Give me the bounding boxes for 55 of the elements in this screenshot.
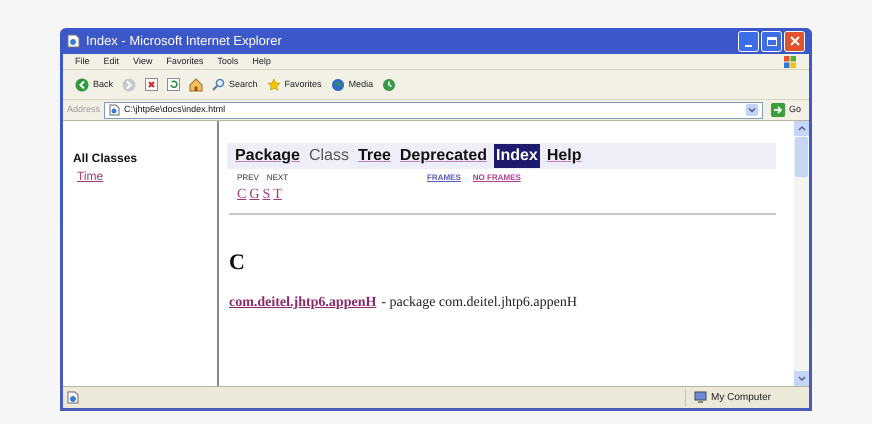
menu-item[interactable]: View — [133, 54, 152, 68]
close-icon — [790, 36, 800, 46]
window-title: Index - Microsoft Internet Explorer — [86, 32, 283, 50]
menu-item[interactable]: Tools — [217, 54, 238, 68]
go-button[interactable]: Go — [766, 103, 805, 117]
computer-icon — [694, 391, 707, 404]
windows-flag-icon — [783, 54, 797, 68]
address-field[interactable]: C:\jhtp6e\docs\index.html — [104, 102, 763, 118]
stop-icon[interactable] — [145, 78, 158, 91]
close-button[interactable] — [784, 30, 805, 52]
scroll-down-icon[interactable] — [798, 376, 806, 381]
package-description: - package com.deitel.jhtp6.appenH — [381, 294, 577, 312]
scrollbar[interactable] — [794, 121, 809, 386]
menu-item[interactable]: Favorites — [166, 54, 204, 68]
menu-item[interactable]: Help — [252, 54, 271, 68]
letter-link[interactable]: C — [237, 184, 246, 205]
search-icon[interactable] — [212, 78, 226, 91]
maximize-button[interactable] — [761, 30, 782, 52]
go-arrow-icon — [770, 103, 785, 117]
menu-item[interactable]: File — [75, 54, 90, 68]
index-entry-link[interactable]: com.deitel.jhtp6.appenH — [229, 292, 376, 313]
pager-label: NEXT — [266, 172, 288, 184]
page-icon — [67, 391, 79, 404]
nav-link[interactable]: Deprecated — [398, 144, 490, 168]
nav-link[interactable]: Index — [494, 144, 540, 168]
star-icon[interactable] — [266, 78, 281, 92]
frames-link[interactable]: NO FRAMES — [472, 172, 521, 184]
nav-link[interactable]: Help — [544, 144, 584, 168]
frame-heading: All Classes — [73, 150, 138, 167]
frames-link[interactable]: FRAMES — [427, 172, 461, 184]
scroll-up-icon[interactable] — [798, 126, 806, 131]
history-icon[interactable] — [382, 78, 396, 92]
section-heading: C — [228, 248, 246, 276]
address-label: Address — [67, 103, 100, 116]
toolbar-label[interactable]: Favorites — [284, 78, 322, 92]
nav-link[interactable]: Package — [233, 144, 302, 168]
letter-link[interactable]: T — [273, 184, 282, 205]
home-icon[interactable] — [189, 78, 204, 92]
page-icon — [109, 104, 120, 116]
menu-item[interactable]: Edit — [104, 54, 120, 68]
toolbar-label[interactable]: Media — [348, 78, 374, 92]
globe-icon[interactable] — [330, 78, 345, 92]
letter-link[interactable]: S — [262, 184, 270, 205]
toolbar-label[interactable]: Back — [93, 78, 114, 92]
refresh-icon[interactable] — [167, 78, 180, 91]
pager-label: PREV — [237, 172, 259, 184]
page-icon — [67, 34, 80, 48]
minimize-button[interactable] — [738, 30, 759, 52]
toolbar-label[interactable]: Search — [229, 78, 258, 92]
dropdown-icon[interactable] — [746, 104, 758, 116]
nav-link[interactable]: Tree — [356, 144, 393, 168]
class-link[interactable]: Time — [77, 167, 104, 185]
scrollbar-thumb[interactable] — [795, 137, 808, 177]
letter-link[interactable]: G — [249, 184, 260, 205]
zone-label: My Computer — [711, 391, 772, 405]
